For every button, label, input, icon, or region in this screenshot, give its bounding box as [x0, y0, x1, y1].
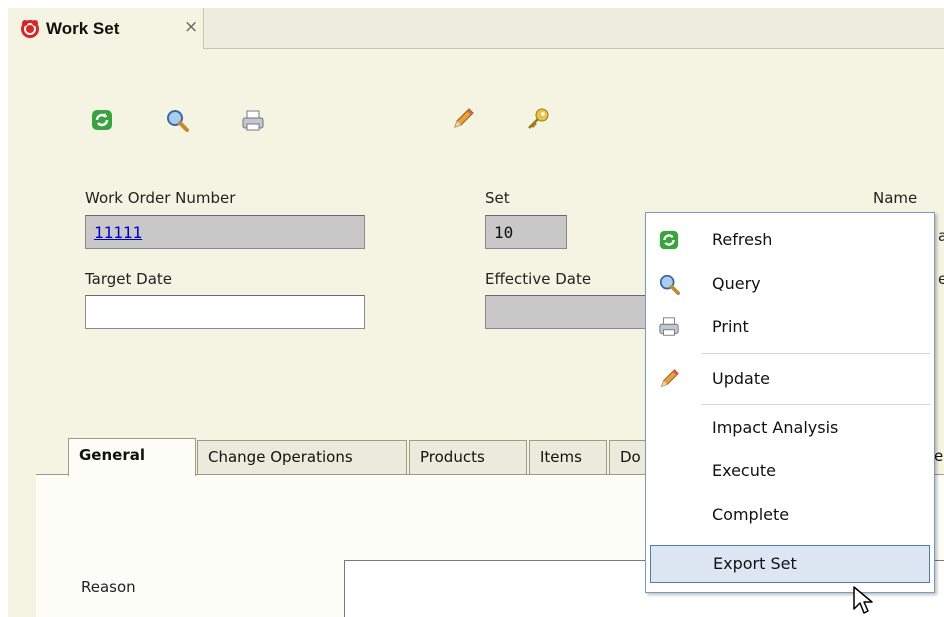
mouse-cursor-icon [853, 586, 873, 614]
set-value: 10 [494, 223, 514, 242]
menu-separator [702, 404, 930, 405]
work-set-tab[interactable]: Work Set × [8, 8, 204, 49]
menu-item-label: Query [712, 274, 761, 293]
menu-item-label: Update [712, 369, 770, 388]
target-date-field[interactable] [85, 295, 365, 329]
set-label: Set [485, 189, 510, 207]
query-icon [659, 274, 680, 295]
menu-item-refresh[interactable]: Refresh [646, 221, 934, 259]
menu-item-label: Impact Analysis [712, 418, 839, 437]
reason-label: Reason [81, 578, 136, 596]
menu-item-label: Refresh [712, 230, 773, 249]
tab-change-operations[interactable]: Change Operations [197, 440, 407, 474]
key-icon[interactable] [526, 107, 550, 131]
refresh-icon[interactable] [90, 108, 114, 132]
tab-general[interactable]: General [68, 438, 196, 476]
print-icon [659, 317, 679, 336]
tab-products[interactable]: Products [409, 440, 527, 474]
menu-item-execute[interactable]: Execute [646, 452, 934, 490]
menu-item-print[interactable]: Print [646, 308, 934, 346]
menu-item-impact-analysis[interactable]: Impact Analysis [646, 409, 934, 447]
tab-strip: Work Set × [8, 8, 944, 49]
target-date-label: Target Date [85, 270, 173, 288]
context-menu: Refresh Query Print Update Impact Analys… [645, 212, 935, 593]
menu-item-label: Complete [712, 505, 790, 524]
query-icon[interactable] [165, 108, 189, 132]
menu-separator [702, 353, 930, 354]
name-value-partial: a [938, 227, 944, 245]
menu-item-complete[interactable]: Complete [646, 496, 934, 534]
work-order-number-field[interactable]: 11111 [85, 215, 365, 249]
set-field[interactable]: 10 [485, 215, 567, 249]
work-order-number-value[interactable]: 11111 [94, 223, 142, 242]
close-icon[interactable]: × [184, 19, 198, 36]
tab-items[interactable]: Items [529, 440, 607, 474]
work-order-number-label: Work Order Number [85, 189, 236, 207]
update-icon [660, 369, 679, 388]
menu-item-label: Export Set [713, 554, 797, 573]
app-icon [21, 20, 39, 38]
effective-date-label: Effective Date [485, 270, 592, 288]
refresh-icon [659, 230, 679, 250]
name-label: Name [873, 189, 918, 207]
menu-item-export-set[interactable]: Export Set [650, 545, 930, 583]
update-icon[interactable] [451, 107, 475, 131]
partial-right-label: e [938, 270, 944, 288]
tab-title: Work Set [46, 19, 120, 38]
print-icon[interactable] [241, 109, 265, 133]
menu-item-label: Print [712, 317, 749, 336]
menu-item-query[interactable]: Query [646, 265, 934, 303]
menu-item-label: Execute [712, 461, 776, 480]
menu-item-update[interactable]: Update [646, 360, 934, 398]
